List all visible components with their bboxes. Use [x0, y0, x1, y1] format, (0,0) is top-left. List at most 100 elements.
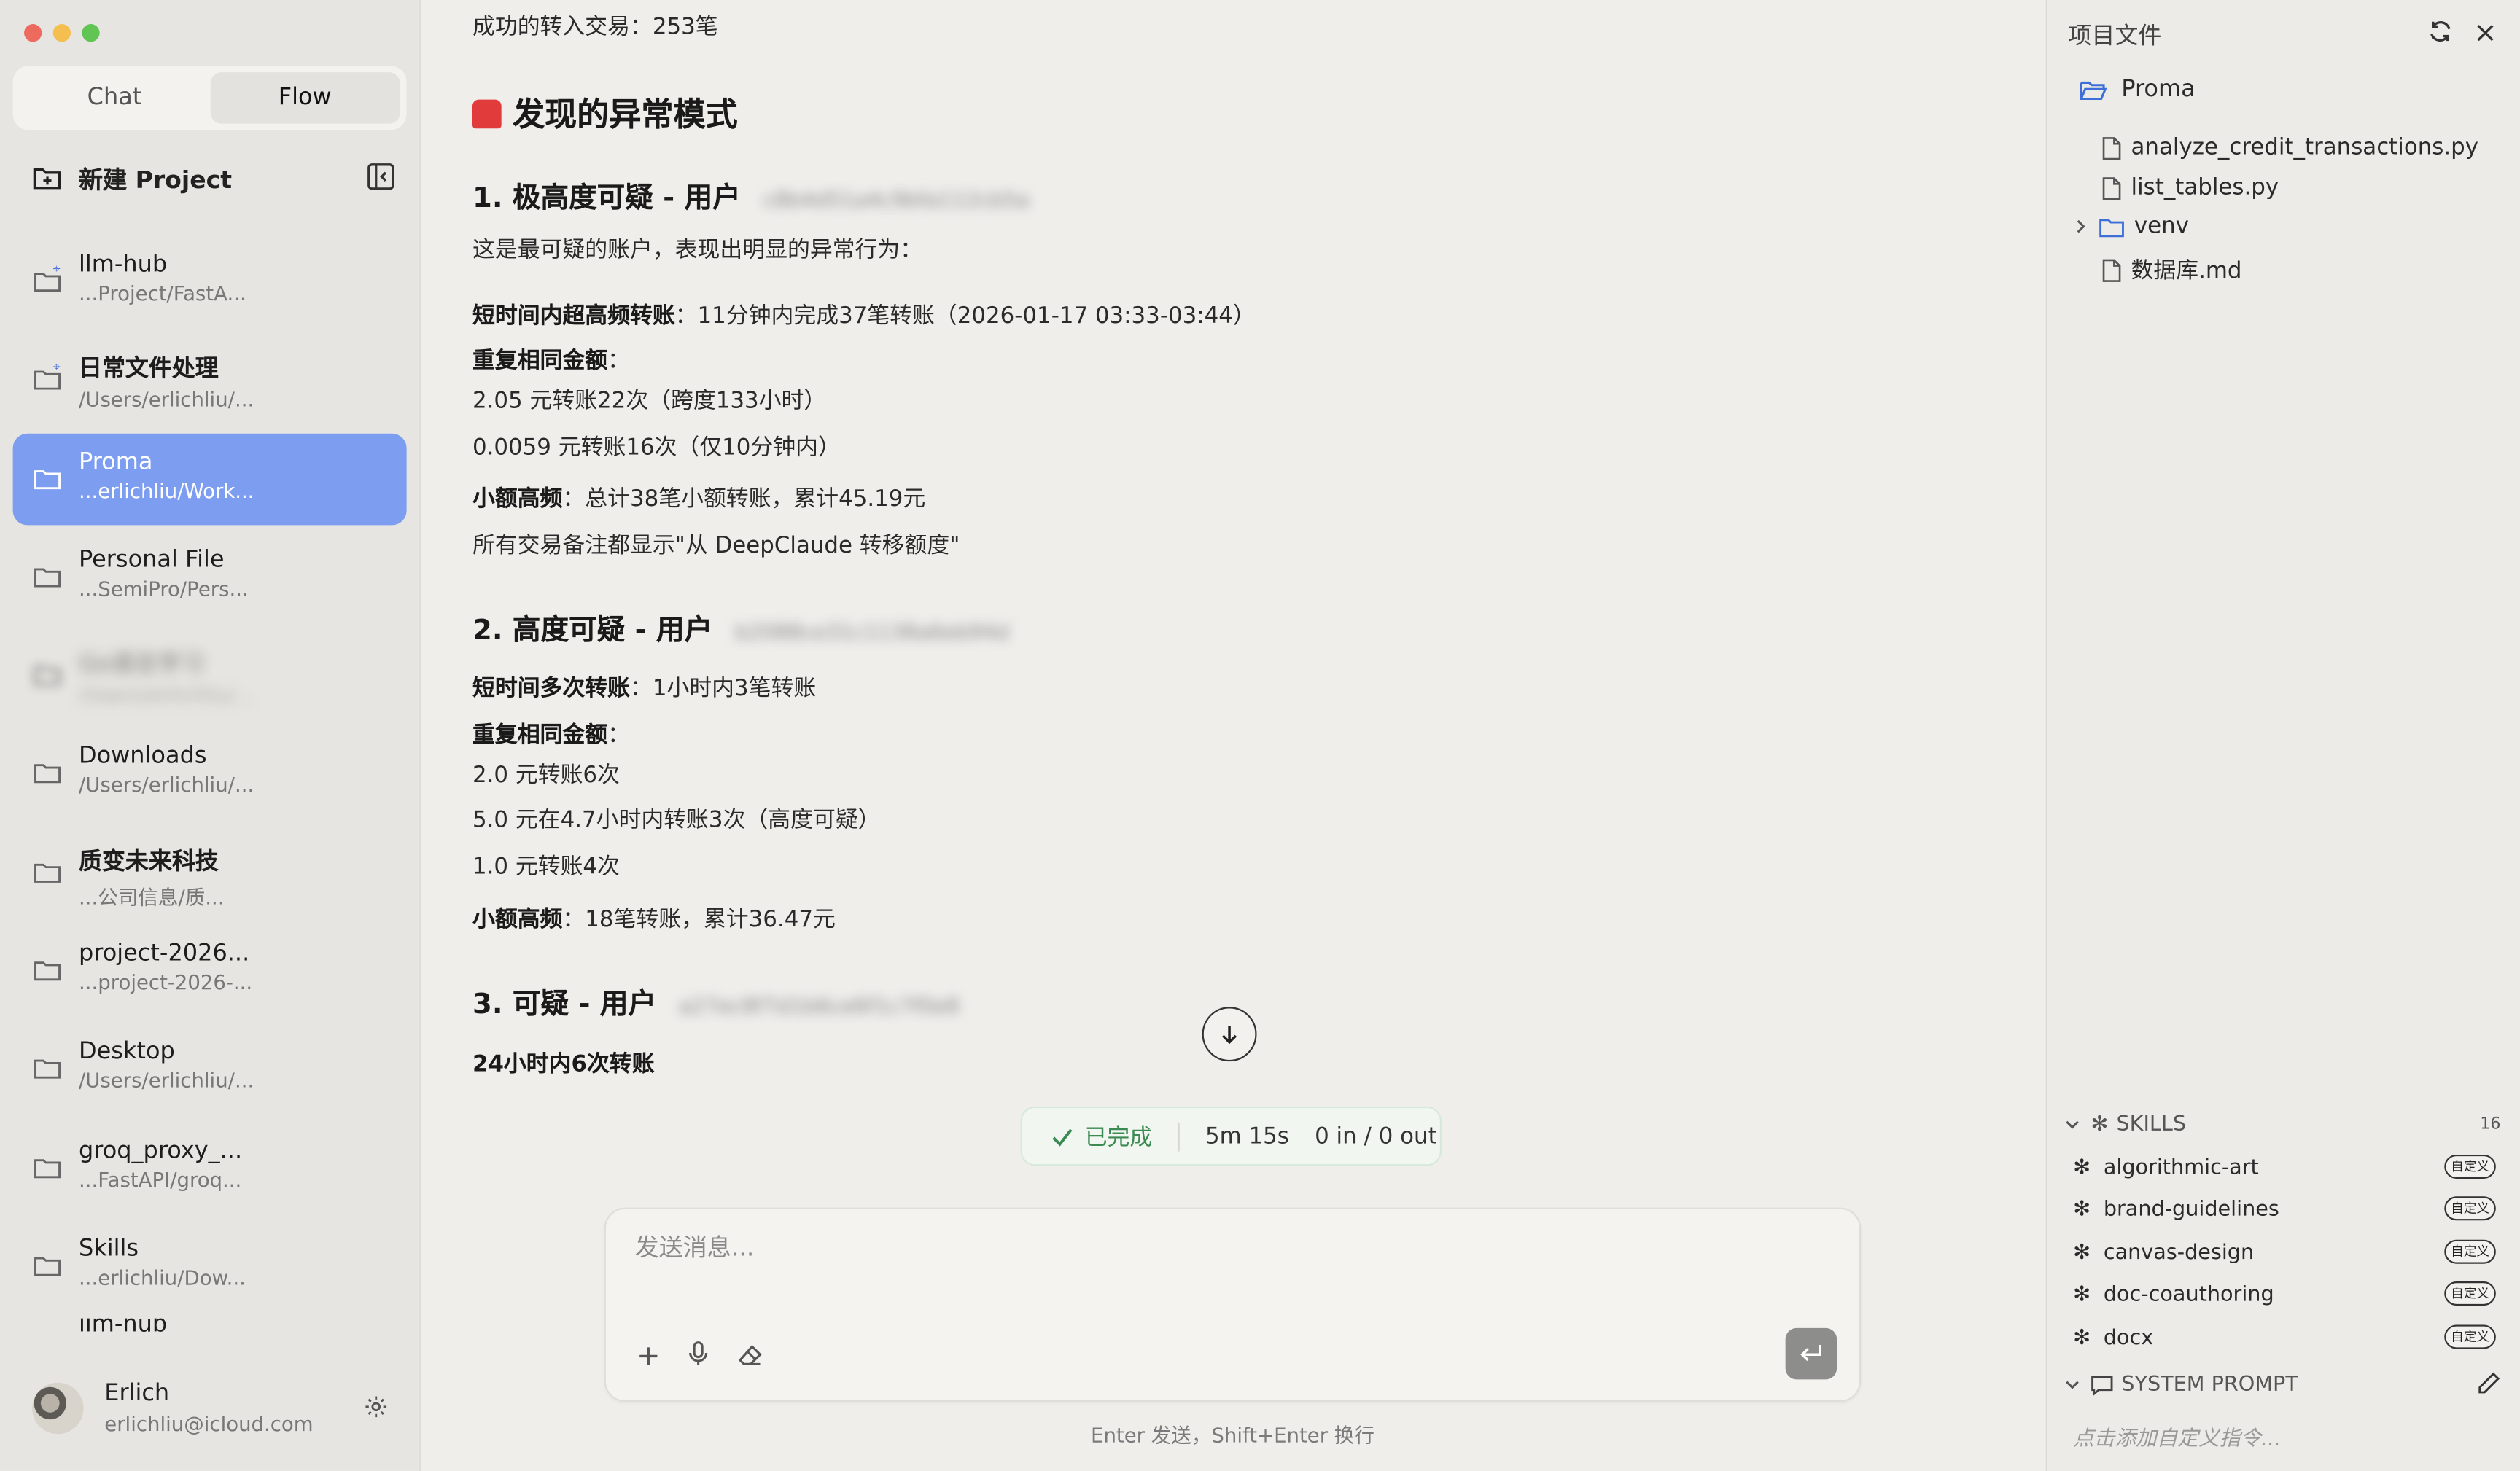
message-input[interactable]: [631, 1231, 1763, 1264]
section-heading: 发现的异常模式: [472, 88, 738, 135]
tab-flow[interactable]: Flow: [209, 72, 400, 124]
new-project-button[interactable]: 新建 Project: [32, 157, 395, 199]
finding-heading-3: 3. 可疑 - 用户 a27ec8f7d1b6ce6f1c7f0e8: [472, 989, 960, 1022]
project-name: Skills: [78, 1236, 139, 1263]
eraser-icon[interactable]: [738, 1342, 763, 1373]
message-composer: [604, 1207, 1862, 1402]
finding-detail: 短时间多次转账：1小时内3笔转账: [472, 676, 817, 702]
skill-item[interactable]: ✻ brand-guidelines 自定义: [2073, 1193, 2496, 1225]
chevron-down-icon: [2066, 1380, 2079, 1389]
project-item[interactable]: Desktop/Users/erlichliu/...: [13, 1023, 407, 1115]
tab-chat[interactable]: Chat: [19, 72, 209, 123]
siren-icon: [472, 99, 502, 129]
project-name: 日常文件处理: [78, 356, 219, 383]
project-path: ...erlichliu/Work...: [78, 477, 254, 502]
project-name: groq_proxy_...: [78, 1138, 243, 1164]
file-icon: [2102, 176, 2121, 200]
project-name: Desktop: [78, 1039, 175, 1066]
project-item[interactable]: project-2026... ...project-2026-...: [13, 925, 407, 1017]
project-name: llm-hub: [78, 251, 168, 278]
user-profile[interactable]: Erlich erlichliu@icloud.com: [32, 1379, 394, 1443]
project-item[interactable]: Personal File ...SemiPro/Pers...: [13, 531, 407, 623]
redacted-user-id: b2088ce31c1138a6eb94d: [735, 621, 1009, 646]
send-button[interactable]: [1785, 1327, 1838, 1380]
custom-tag: 自定义: [2444, 1281, 2496, 1306]
project-item-partial[interactable]: llm-hub: [13, 1319, 407, 1341]
zoom-window-button[interactable]: [82, 24, 100, 42]
panel-actions: [2428, 19, 2496, 50]
pin-icon: ⌖: [52, 262, 61, 276]
sidebar: Chat Flow 新建 Project ⌖ llm-hub ...Project…: [0, 0, 421, 1471]
message-icon: [2091, 1375, 2113, 1395]
check-icon: [1052, 1128, 1073, 1146]
finding-note: 所有交易备注都显示"从 DeepClaude 转移额度": [472, 533, 960, 559]
skill-item[interactable]: ✻ canvas-design 自定义: [2073, 1236, 2496, 1268]
finding-detail: 小额高频：总计38笔小额转账，累计45.19元: [472, 486, 926, 512]
user-email: erlichliu@icloud.com: [104, 1411, 314, 1436]
status-tokens: 0 in / 0 out: [1315, 1123, 1437, 1150]
project-item[interactable]: Skills ...erlichliu/Dow...: [13, 1220, 407, 1312]
finding-subdetail: 2.05 元转账22次（跨度133小时）: [472, 389, 827, 415]
project-item[interactable]: ⌖ 日常文件处理/Users/erlichliu/...: [13, 335, 407, 426]
finding-detail: 短时间内超高频转账：11分钟内完成37笔转账（2026-01-17 03:33-…: [472, 303, 1256, 329]
project-item[interactable]: Downloads/Users/erlichliu/...: [13, 728, 407, 820]
project-path: ...公司信息/质...: [78, 884, 225, 909]
custom-tag: 自定义: [2444, 1324, 2496, 1349]
tree-folder[interactable]: venv: [2073, 214, 2189, 239]
skill-item[interactable]: ✻ algorithmic-art 自定义: [2073, 1152, 2496, 1184]
refresh-icon[interactable]: [2428, 19, 2452, 50]
project-path: ...SemiPro/Pers...: [78, 576, 249, 601]
finding-subdetail: 2.0 元转账6次: [472, 762, 620, 789]
chevron-down-icon: [2066, 1120, 2079, 1128]
project-item-selected[interactable]: Proma ...erlichliu/Work...: [12, 432, 407, 525]
folder-open-icon: [2080, 81, 2107, 101]
sparkle-icon: ✻: [2073, 1282, 2091, 1307]
project-path: ...project-2026-...: [78, 969, 253, 994]
edit-pencil-icon[interactable]: [2476, 1371, 2500, 1402]
finding-detail: 小额高频：18笔转账，累计36.47元: [472, 907, 836, 933]
minimize-window-button[interactable]: [52, 24, 71, 42]
settings-gear-icon[interactable]: [363, 1394, 389, 1426]
folder-icon: [34, 1056, 61, 1086]
tree-file[interactable]: list_tables.py: [2102, 175, 2279, 200]
folder-icon: [34, 1252, 61, 1283]
folder-icon: [34, 859, 61, 889]
project-item-redacted[interactable]: Go语言学习/Users/erlichliu/...: [13, 630, 407, 722]
add-attachment-icon[interactable]: [638, 1342, 659, 1373]
folder-icon: [34, 563, 61, 594]
tree-file[interactable]: analyze_credit_transactions.py: [2102, 135, 2478, 160]
run-status-bar: 已完成 5m 15s 0 in / 0 out: [1020, 1106, 1442, 1166]
project-item[interactable]: groq_proxy_... ...FastAPI/groq...: [13, 1122, 407, 1214]
tree-file[interactable]: 数据库.md: [2102, 254, 2242, 286]
custom-tag: 自定义: [2444, 1154, 2496, 1179]
skills-section-header[interactable]: ✻ SKILLS 16: [2064, 1108, 2500, 1140]
system-prompt-header[interactable]: SYSTEM PROMPT: [2064, 1368, 2500, 1400]
microphone-icon[interactable]: [688, 1341, 709, 1373]
sparkle-icon: ✻: [2073, 1325, 2091, 1350]
finding-intro: 这是最可疑的账户，表现出明显的异常行为：: [472, 238, 923, 264]
project-item[interactable]: ⌖ llm-hub ...Project/FastA...: [13, 236, 407, 328]
system-prompt-placeholder[interactable]: 点击添加自定义指令...: [2073, 1421, 2281, 1451]
finding-heading-2: 2. 高度可疑 - 用户 b2088ce31c1138a6eb94d: [472, 614, 1009, 647]
summary-line: 成功的转入交易：253笔: [472, 14, 718, 41]
close-icon[interactable]: [2475, 19, 2496, 50]
scroll-to-bottom-button[interactable]: [1202, 1007, 1257, 1062]
window-controls: [24, 24, 100, 42]
sparkle-icon: ✻: [2091, 1112, 2109, 1136]
folder-icon: [34, 1154, 61, 1185]
finding-detail: 24小时内6次转账: [472, 1051, 655, 1078]
project-path: /Users/erlichliu/...: [78, 387, 254, 412]
skill-item[interactable]: ✻ doc-coauthoring 自定义: [2073, 1279, 2496, 1311]
project-name: project-2026...: [78, 941, 250, 967]
finding-subdetail: 1.0 元转账4次: [472, 854, 620, 881]
project-files-panel: 项目文件 Proma analyze_credit_transactions.p…: [2045, 0, 2520, 1471]
project-item[interactable]: 质变未来科技 ...公司信息/质...: [13, 827, 407, 918]
custom-tag: 自定义: [2444, 1239, 2496, 1264]
tree-root[interactable]: Proma: [2080, 77, 2196, 103]
project-path: /Users/erlichliu/...: [78, 1068, 254, 1093]
skill-item[interactable]: ✻ docx 自定义: [2073, 1322, 2496, 1354]
redacted-user-id: a27ec8f7d1b6ce6f1c7f0e8: [678, 995, 960, 1020]
collapse-sidebar-icon[interactable]: [367, 163, 396, 198]
close-window-button[interactable]: [24, 24, 42, 42]
mode-switch: Chat Flow: [12, 66, 407, 130]
